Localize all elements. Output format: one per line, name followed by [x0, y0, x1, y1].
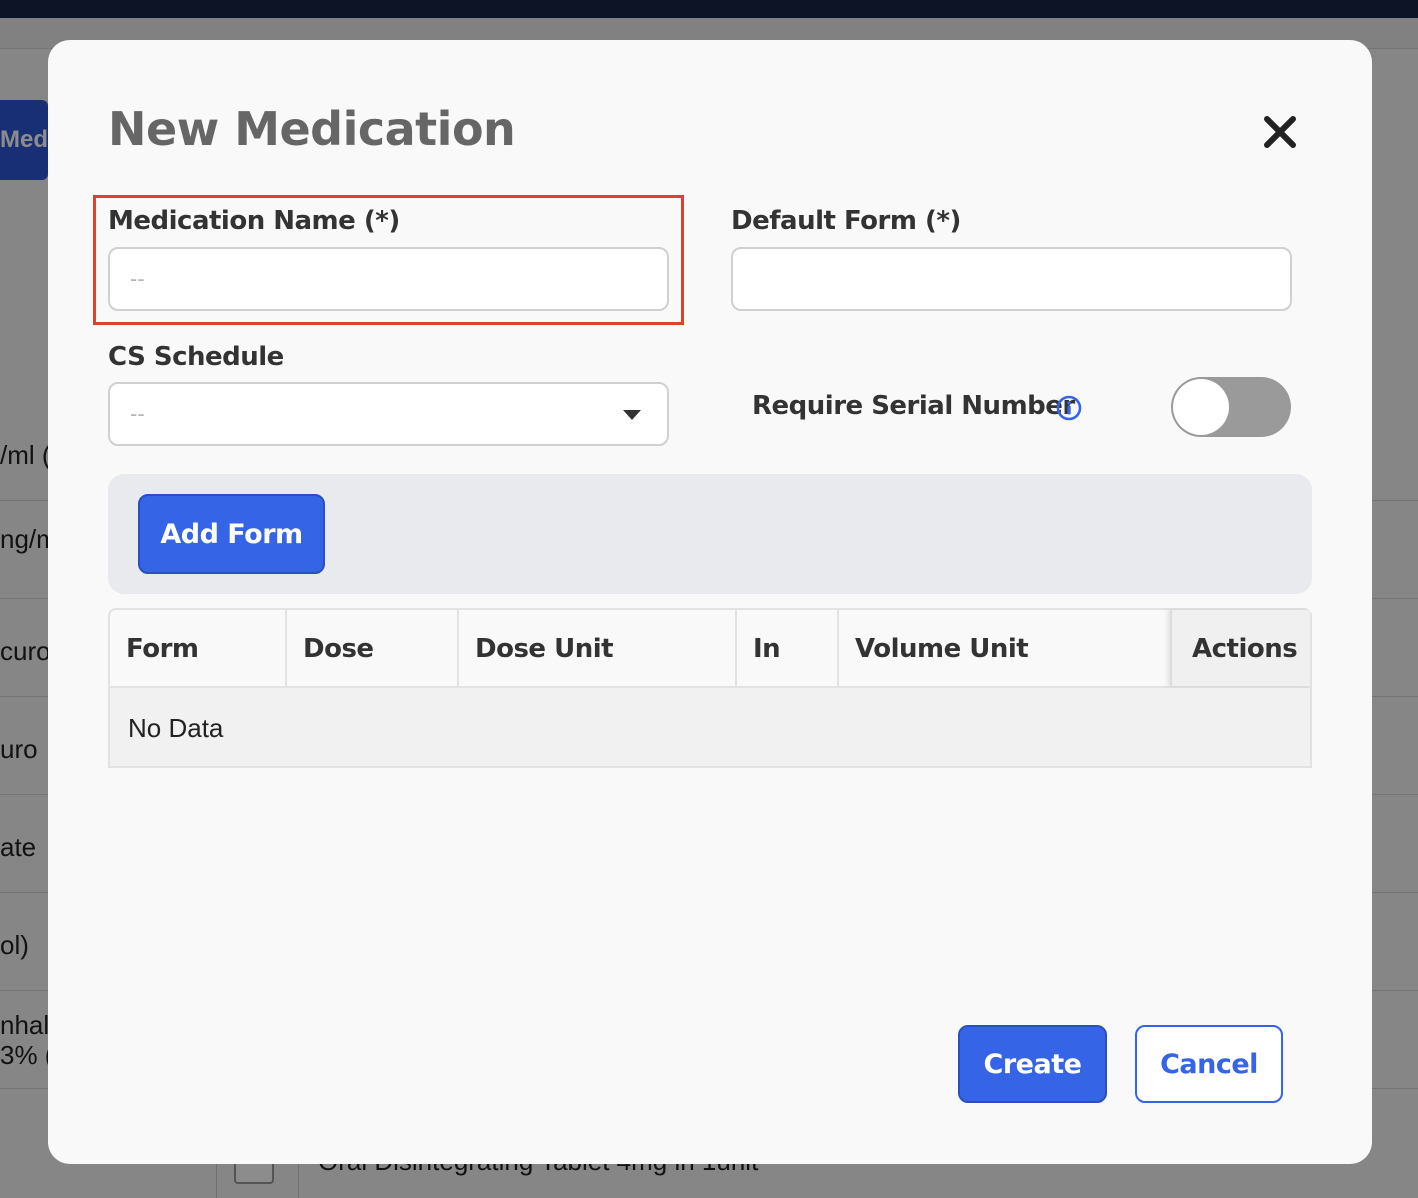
medication-name-input[interactable]: [108, 247, 669, 311]
cs-schedule-selected-value: --: [130, 401, 145, 426]
create-button[interactable]: Create: [958, 1025, 1107, 1103]
column-header-in[interactable]: In: [737, 610, 837, 686]
table-header: Form Dose Dose Unit In Volume Unit Actio…: [108, 608, 1312, 688]
caret-down-icon: [623, 410, 641, 420]
close-icon[interactable]: [1260, 112, 1300, 152]
forms-toolbar: Add Form: [108, 474, 1312, 594]
column-header-form[interactable]: Form: [110, 610, 286, 686]
cs-schedule-select[interactable]: --: [108, 382, 669, 446]
cancel-button[interactable]: Cancel: [1135, 1025, 1283, 1103]
empty-state-text: No Data: [128, 713, 224, 743]
new-medication-dialog: New Medication Medication Name (*) Defau…: [48, 40, 1372, 1164]
require-serial-toggle[interactable]: [1171, 377, 1291, 437]
actions-column-header: Actions: [1170, 610, 1310, 686]
require-serial-label: Require Serial Number: [752, 391, 1075, 421]
table-body: No Data: [108, 688, 1312, 768]
top-bar: [0, 0, 1418, 18]
medication-name-label: Medication Name (*): [108, 206, 400, 236]
forms-table: Form Dose Dose Unit In Volume Unit Actio…: [108, 608, 1312, 768]
default-form-input[interactable]: [731, 247, 1292, 311]
column-header-dose-unit[interactable]: Dose Unit: [459, 610, 735, 686]
column-header-actions: Actions: [1192, 634, 1298, 664]
add-form-button[interactable]: Add Form: [138, 494, 325, 574]
column-header-dose[interactable]: Dose: [287, 610, 457, 686]
column-header-volume-unit[interactable]: Volume Unit: [839, 610, 1169, 686]
toggle-knob: [1173, 379, 1229, 435]
info-icon[interactable]: [1056, 395, 1082, 421]
cs-schedule-label: CS Schedule: [108, 342, 284, 372]
dialog-title: New Medication: [108, 102, 516, 156]
default-form-label: Default Form (*): [731, 206, 961, 236]
